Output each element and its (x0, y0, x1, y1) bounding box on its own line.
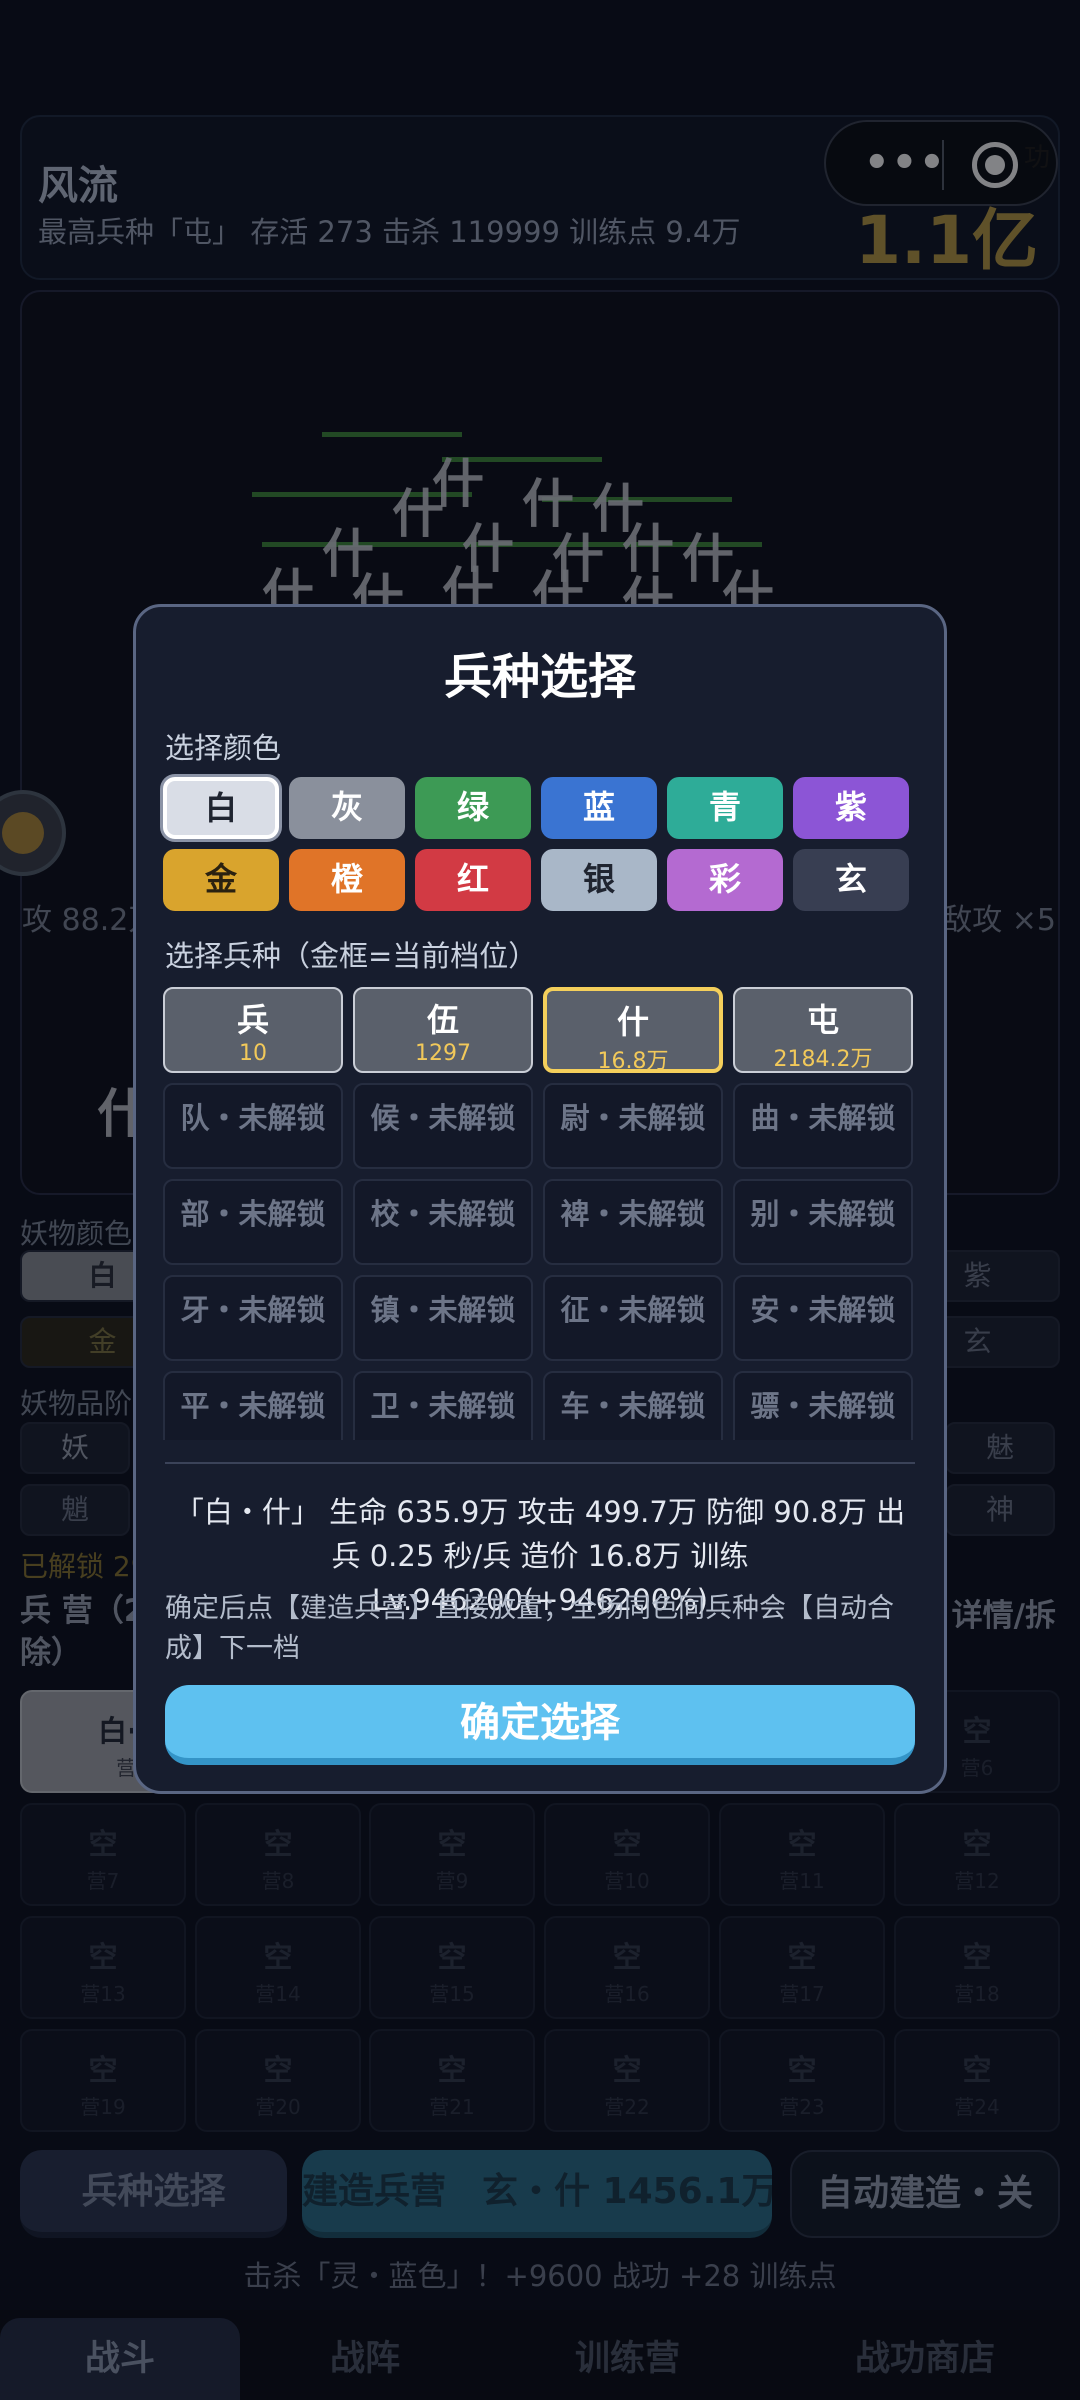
unit-option[interactable]: 伍 1297 (353, 987, 533, 1073)
unit-name: 兵 (236, 1001, 269, 1039)
color-option-cyan[interactable]: 青 (667, 777, 783, 839)
color-option-silver[interactable]: 银 (541, 849, 657, 911)
color-option-rainbow[interactable]: 彩 (667, 849, 783, 911)
locked-unit: 部・未解锁 (163, 1179, 343, 1265)
color-option-purple[interactable]: 紫 (793, 777, 909, 839)
color-option-blue[interactable]: 蓝 (541, 777, 657, 839)
unit-list: 兵 10 伍 1297 什 16.8万 屯 2184.2万 队・未解锁 候・未解锁 尉・… (163, 987, 923, 1440)
locked-unit: 尉・未解锁 (543, 1083, 723, 1169)
build-hint: 确定后点【建造兵营】直接放置；全场同色同兵种会【自动合成】下一档 (165, 1593, 894, 1664)
unit-name: 伍 (426, 1001, 459, 1039)
color-grid: 白 灰 绿 蓝 青 紫 金 橙 红 银 彩 玄 (163, 777, 923, 917)
locked-unit: 镇・未解锁 (353, 1275, 533, 1361)
color-option-red[interactable]: 红 (415, 849, 531, 911)
locked-unit: 队・未解锁 (163, 1083, 343, 1169)
locked-unit: 平・未解锁 (163, 1371, 343, 1440)
unit-cost: 16.8万 (597, 1049, 669, 1074)
color-section-label: 选择颜色 (165, 731, 282, 765)
color-option-white[interactable]: 白 (163, 777, 279, 839)
unit-cost: 1297 (415, 1041, 471, 1066)
unit-select-modal: 兵种选择 选择颜色 白 灰 绿 蓝 青 紫 金 橙 红 银 彩 玄 选择兵种（金… (133, 604, 947, 1794)
modal-title: 兵种选择 (443, 649, 636, 705)
unit-name: 什 (616, 1003, 649, 1041)
locked-unit: 卫・未解锁 (353, 1371, 533, 1440)
locked-unit: 骠・未解锁 (733, 1371, 913, 1440)
locked-unit: 牙・未解锁 (163, 1275, 343, 1361)
unit-option[interactable]: 屯 2184.2万 (733, 987, 913, 1073)
color-option-dark[interactable]: 玄 (793, 849, 909, 911)
unit-cost: 10 (239, 1041, 267, 1066)
color-option-gray[interactable]: 灰 (289, 777, 405, 839)
unit-name: 屯 (806, 1001, 839, 1039)
modal-divider (165, 1462, 915, 1464)
unit-option[interactable]: 兵 10 (163, 987, 343, 1073)
unit-option-current[interactable]: 什 16.8万 (543, 987, 723, 1074)
unit-cost: 2184.2万 (773, 1047, 873, 1072)
locked-unit: 曲・未解锁 (733, 1083, 913, 1169)
locked-unit: 别・未解锁 (733, 1179, 913, 1265)
locked-unit: 征・未解锁 (543, 1275, 723, 1361)
locked-unit: 裨・未解锁 (543, 1179, 723, 1265)
locked-unit: 安・未解锁 (733, 1275, 913, 1361)
color-option-gold[interactable]: 金 (163, 849, 279, 911)
locked-unit: 校・未解锁 (353, 1179, 533, 1265)
color-option-orange[interactable]: 橙 (289, 849, 405, 911)
locked-unit: 候・未解锁 (353, 1083, 533, 1169)
locked-unit: 车・未解锁 (543, 1371, 723, 1440)
unit-section-label: 选择兵种（金框=当前档位） (165, 939, 538, 973)
confirm-select-button[interactable]: 确定选择 (165, 1685, 915, 1765)
color-option-green[interactable]: 绿 (415, 777, 531, 839)
